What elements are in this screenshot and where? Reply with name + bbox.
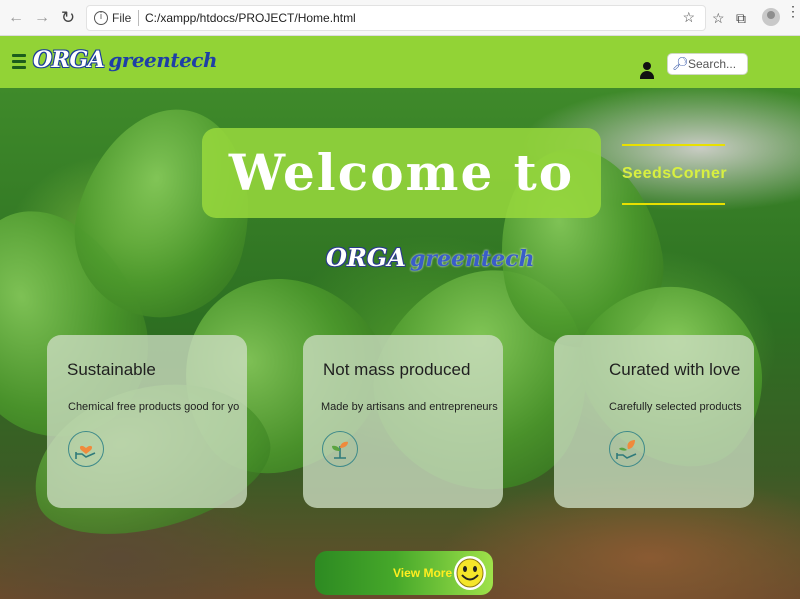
collections-icon[interactable]: ⧉ <box>736 9 746 27</box>
smiley-icon <box>452 554 488 592</box>
hero-logo-greentech: greentech <box>409 246 535 272</box>
info-icon[interactable]: i <box>94 11 108 25</box>
card-description: Made by artisans and entrepreneurs <box>321 401 498 413</box>
leaf-in-hand-icon <box>609 431 645 467</box>
back-arrow-icon[interactable]: ← <box>6 8 26 28</box>
seeds-divider-top <box>622 144 725 146</box>
hero-logo-orga: ORGA <box>326 243 406 272</box>
view-more-label: View More <box>393 566 453 580</box>
card-description: Chemical free products good for yo <box>68 401 240 413</box>
search-input[interactable] <box>688 56 746 72</box>
hero-section: Welcome to SeedsCorner ORGA greentech Sus… <box>0 88 800 599</box>
welcome-heading: Welcome to <box>228 143 575 202</box>
sprout-icon <box>322 431 358 467</box>
card-title: Sustainable <box>67 360 156 379</box>
search-box[interactable]: 🔍︎ <box>667 53 748 75</box>
card-description: Carefully selected products <box>609 401 742 413</box>
search-icon: 🔍︎ <box>672 56 689 71</box>
feature-card-sustainable: Sustainable Chemical free products good … <box>47 335 247 508</box>
hero-logo: ORGA greentech <box>326 243 534 272</box>
welcome-banner: Welcome to <box>202 128 601 218</box>
view-more-button[interactable]: View More <box>315 551 493 595</box>
feature-card-not-mass-produced: Not mass produced Made by artisans and e… <box>303 335 503 508</box>
browser-toolbar: ← → ↻ i File C:/xampp/htdocs/PROJECT/Hom… <box>0 0 800 36</box>
heart-in-hand-icon <box>68 431 104 467</box>
card-title: Curated with love <box>609 360 741 379</box>
add-favorite-icon[interactable]: ☆ <box>682 9 695 26</box>
feature-card-curated: Curated with love Carefully selected pro… <box>554 335 754 508</box>
favorites-icon[interactable]: ☆ <box>712 9 725 27</box>
reload-icon[interactable]: ↻ <box>58 8 78 28</box>
seeds-corner-label: SeedsCorner <box>622 165 728 182</box>
address-bar[interactable]: i File C:/xampp/htdocs/PROJECT/Home.html… <box>86 5 706 31</box>
logo-orga: ORGA <box>33 47 105 73</box>
hamburger-menu-icon[interactable] <box>12 54 26 70</box>
site-header: ORGA greentech 🔍︎ <box>0 36 800 88</box>
address-url[interactable]: C:/xampp/htdocs/PROJECT/Home.html <box>145 11 356 25</box>
seeds-divider-bottom <box>622 203 725 205</box>
forward-arrow-icon[interactable]: → <box>32 8 52 28</box>
address-separator <box>138 10 139 26</box>
address-file-label: File <box>112 11 132 25</box>
more-options-icon[interactable]: ⋮ <box>786 4 800 18</box>
card-title: Not mass produced <box>323 360 471 379</box>
profile-avatar[interactable] <box>762 8 780 26</box>
site-logo[interactable]: ORGA greentech <box>33 47 218 73</box>
user-account-icon[interactable] <box>640 62 654 80</box>
logo-greentech: greentech <box>108 48 218 72</box>
